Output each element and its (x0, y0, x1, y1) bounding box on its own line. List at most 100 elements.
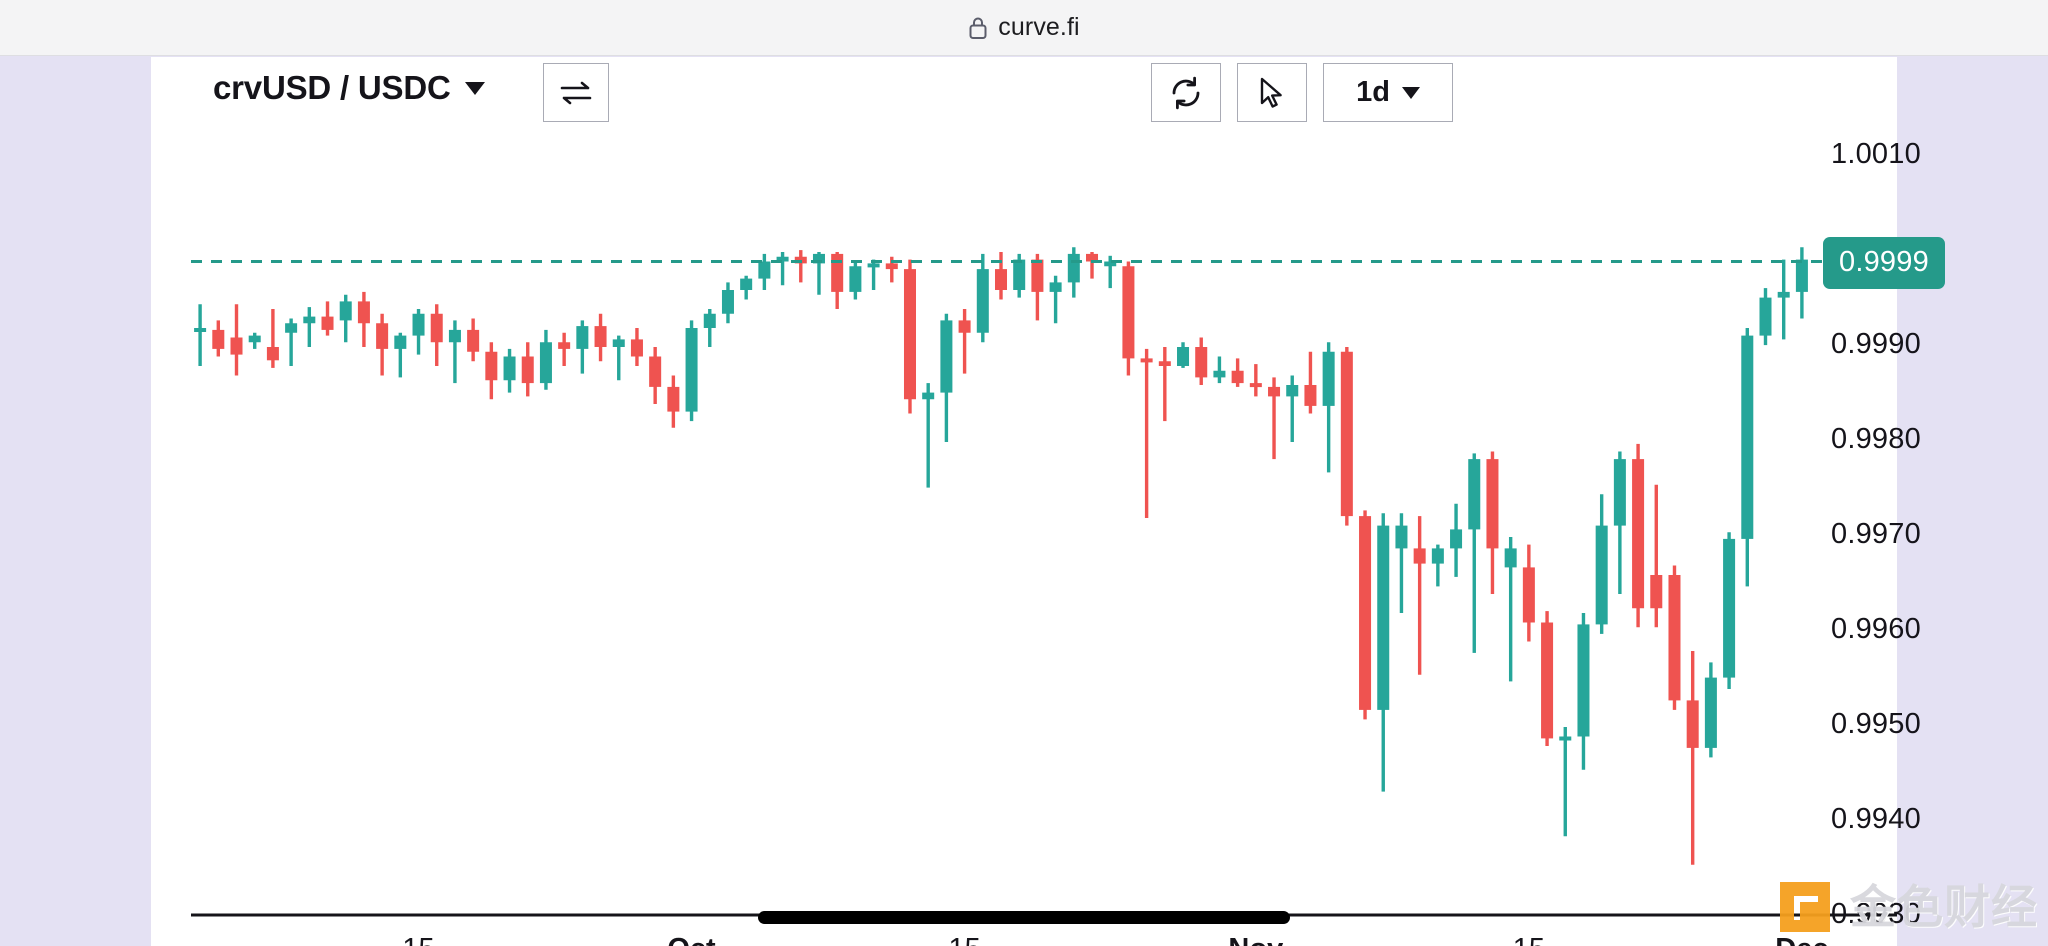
x-axis-tick: 15 (948, 933, 980, 946)
chevron-down-icon (1401, 86, 1420, 99)
candle-body (321, 316, 334, 330)
candle-wick (962, 309, 967, 374)
candle-body (1632, 459, 1645, 609)
watermark: 金色财经 (1774, 876, 2038, 938)
pair-label: crvUSD / USDC (213, 69, 451, 106)
candle-body (1195, 347, 1208, 378)
candle-body (467, 329, 480, 352)
candle-body (1286, 385, 1299, 397)
browser-url-bar[interactable]: curve.fi (0, 0, 2048, 56)
candle-body (1122, 266, 1135, 359)
home-indicator (758, 911, 1290, 924)
candle-body (885, 263, 898, 270)
interval-label: 1d (1356, 76, 1390, 108)
y-axis-tick: 0.9980 (1831, 423, 1921, 455)
candle-body (1249, 383, 1262, 388)
candle-body (394, 335, 407, 349)
candle-body (194, 328, 207, 332)
candle-body (1359, 516, 1372, 710)
candle-body (1522, 567, 1535, 623)
candle-body (1067, 253, 1080, 283)
y-axis-tick: 0.9970 (1831, 518, 1921, 550)
candle-wick (1254, 364, 1258, 397)
lock-icon (969, 17, 987, 39)
candle-body (376, 323, 389, 349)
candle-body (630, 339, 643, 357)
candle-body (357, 301, 370, 324)
x-axis-tick: Nov (1228, 933, 1283, 946)
candle-body (1177, 347, 1190, 366)
candle-wick (799, 250, 803, 283)
x-axis-tick: 15 (402, 933, 434, 946)
candle-body (1395, 525, 1408, 549)
candle-body (230, 337, 243, 355)
candle-body (558, 342, 571, 349)
candle-body (339, 301, 352, 321)
candle-body (1686, 700, 1699, 748)
candle-wick (562, 332, 566, 366)
candle-body (1158, 361, 1171, 366)
cursor-tool-button[interactable] (1237, 63, 1307, 122)
candle-body (248, 335, 261, 343)
candle-body (594, 326, 607, 347)
candle-body (1413, 548, 1426, 564)
candle-body (1213, 370, 1226, 378)
chart-toolbar: crvUSD / USDC 1d (151, 57, 1897, 127)
candle-body (1304, 385, 1317, 406)
candle-body (1723, 538, 1736, 678)
candle-body (685, 328, 698, 412)
candle-body (285, 323, 298, 333)
y-axis-tick: 0.9960 (1831, 613, 1921, 645)
jinse-logo-icon (1780, 882, 1830, 932)
pair-selector-button[interactable]: crvUSD / USDC (213, 69, 485, 107)
candle-wick (1781, 259, 1786, 340)
candle-body (539, 342, 552, 384)
candle-body (922, 392, 935, 400)
candle-body (1559, 736, 1572, 741)
chart-plot (191, 247, 1897, 917)
candle-body (1595, 525, 1608, 625)
current-price-badge: 0.9999 (1823, 236, 1945, 289)
candle-body (1759, 297, 1772, 336)
candle-wick (1690, 651, 1695, 865)
candle-body (667, 386, 680, 412)
refresh-button[interactable] (1151, 63, 1221, 122)
y-axis-tick: 0.9950 (1831, 708, 1921, 740)
candle-body (1468, 459, 1481, 530)
candle-body (721, 290, 734, 314)
candle-body (1486, 459, 1499, 549)
swap-pair-button[interactable] (543, 63, 609, 122)
candle-body (1450, 529, 1463, 549)
candle-body (849, 266, 862, 292)
candle-body (1577, 624, 1590, 737)
candle-body (958, 320, 971, 333)
candle-body (903, 269, 916, 400)
candle-body (1650, 575, 1663, 609)
candle-body (1268, 386, 1281, 397)
candle-body (412, 313, 425, 336)
candle-body (1377, 525, 1390, 710)
candle-body (576, 326, 589, 349)
candle-body (1013, 259, 1026, 290)
candlestick-chart[interactable]: 1.0010 0.9990 0.9980 0.9970 0.9960 0.9950 0.99… (151, 127, 1945, 946)
candle-body (831, 253, 844, 292)
candle-body (1231, 370, 1244, 384)
candle-body (1504, 548, 1517, 568)
candle-body (485, 351, 498, 381)
x-axis-tick: Oct (667, 933, 715, 946)
candle-body (1049, 282, 1062, 292)
candle-body (1431, 548, 1444, 564)
refresh-icon (1172, 76, 1200, 109)
candle-wick (1417, 516, 1422, 675)
y-axis-tick: 1.0010 (1831, 138, 1921, 170)
app-root: curve.fi crvUSD / USDC 1d 1.0010 0.9990 … (0, 0, 2048, 946)
y-axis-tick: 0.9940 (1831, 803, 1921, 835)
candle-body (649, 356, 662, 387)
chevron-down-icon (464, 81, 485, 95)
cursor-pointer-icon (1260, 77, 1282, 108)
candle-body (503, 356, 516, 381)
candle-body (1668, 575, 1681, 701)
candle-wick (1217, 356, 1222, 384)
interval-selector-button[interactable]: 1d (1323, 63, 1453, 122)
candle-body (448, 329, 461, 343)
